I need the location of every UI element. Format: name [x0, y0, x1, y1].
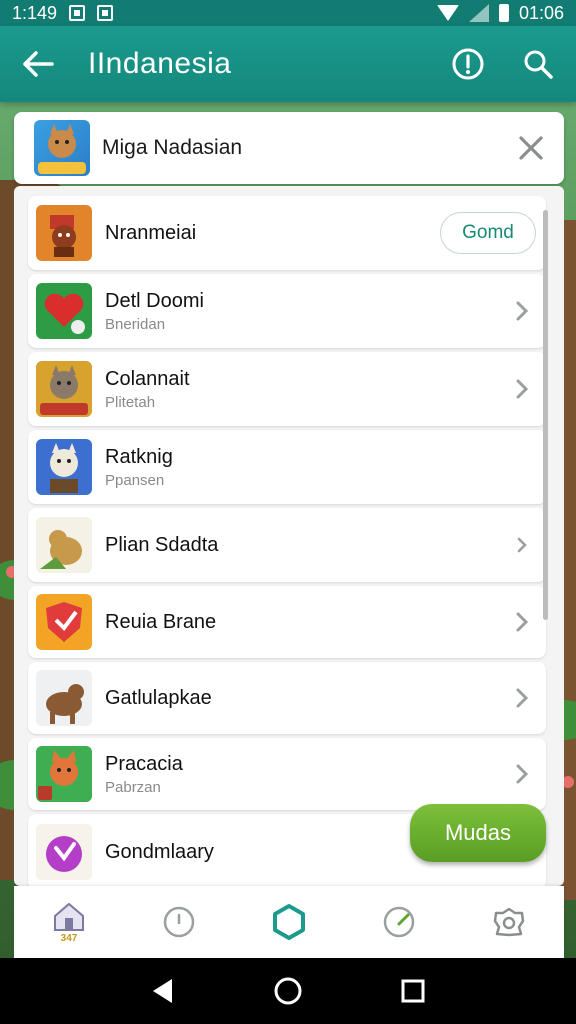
game-icon — [36, 517, 92, 573]
back-button[interactable] — [18, 44, 58, 84]
scrollbar[interactable] — [543, 210, 548, 620]
notification-icon — [97, 5, 114, 21]
arrow-left-icon — [23, 51, 54, 77]
game-icon — [36, 746, 92, 802]
list-item[interactable]: Pracacia Pabrzan — [28, 738, 546, 810]
selected-game-name: Miga Nadasian — [102, 136, 243, 159]
item-title: Reuia Brane — [105, 610, 217, 633]
system-nav-bar — [0, 958, 576, 1024]
item-title: Colannait — [105, 367, 190, 390]
nav-back-button[interactable] — [141, 969, 185, 1013]
nav-home-button[interactable] — [266, 969, 310, 1013]
chevron-right-icon — [512, 684, 532, 712]
square-recents-icon — [401, 979, 425, 1003]
circle-home-icon — [274, 977, 302, 1005]
home-badge: 347 — [60, 933, 78, 944]
selected-game-card[interactable]: Miga Nadasian — [14, 112, 564, 184]
chevron-right-icon — [512, 531, 532, 559]
item-title: Ratknig — [105, 445, 173, 468]
game-icon — [36, 361, 92, 417]
status-time-left: 1:149 — [12, 2, 58, 23]
game-icon — [36, 594, 92, 650]
game-icon — [36, 439, 92, 495]
info-button[interactable] — [448, 44, 488, 84]
item-title: Gatlulapkae — [105, 686, 212, 709]
page-title: IIndanesia — [88, 47, 232, 80]
game-icon — [36, 205, 92, 261]
mouse-icon — [163, 906, 195, 938]
chevron-right-icon — [512, 297, 532, 325]
hexagon-icon — [273, 904, 305, 940]
game-icon — [36, 824, 92, 880]
list-item[interactable]: Colannait Plitetah — [28, 352, 546, 426]
search-icon — [524, 50, 553, 79]
game-list: Nranmeiai Gomd Detl Doomi Bneridan Colan… — [14, 186, 564, 886]
list-item[interactable]: Reuia Brane — [28, 586, 546, 658]
settings-icon — [493, 907, 525, 937]
list-item[interactable]: Detl Doomi Bneridan — [28, 274, 546, 348]
chevron-right-icon — [512, 608, 532, 636]
signal-icon — [468, 4, 489, 22]
home-icon — [54, 902, 84, 931]
tab-home[interactable]: 347 — [37, 892, 101, 952]
list-item[interactable]: Gatlulapkae — [28, 662, 546, 734]
tab-gauge[interactable] — [367, 892, 431, 952]
close-icon — [519, 136, 543, 160]
status-bar: 1:149 01:06 — [0, 0, 576, 26]
item-title: Nranmeiai — [105, 221, 197, 244]
notification-icon — [69, 5, 86, 21]
battery-icon — [498, 4, 509, 22]
list-item[interactable]: Nranmeiai Gomd — [28, 196, 546, 270]
item-title: Detl Doomi — [105, 289, 204, 312]
bottom-tab-bar: 347 — [14, 886, 564, 958]
item-subtitle: Ppansen — [105, 471, 165, 489]
close-button[interactable] — [514, 131, 548, 165]
get-button[interactable]: Gomd — [440, 212, 536, 254]
item-subtitle: Bneridan — [105, 315, 166, 333]
app-bar: IIndanesia — [0, 26, 576, 102]
tab-mouse[interactable] — [147, 892, 211, 952]
search-button[interactable] — [518, 44, 558, 84]
mudas-button[interactable]: Mudas — [410, 804, 546, 862]
item-subtitle: Pabrzan — [105, 778, 161, 796]
gauge-icon — [383, 906, 415, 938]
status-time-right: 01:06 — [518, 2, 564, 23]
game-icon — [36, 283, 92, 339]
game-icon — [36, 670, 92, 726]
chevron-right-icon — [512, 760, 532, 788]
item-title: Pracacia — [105, 752, 183, 775]
alert-circle-icon — [452, 48, 484, 80]
item-subtitle: Plitetah — [105, 393, 156, 411]
nav-recents-button[interactable] — [391, 969, 435, 1013]
wifi-icon — [436, 5, 459, 21]
tab-hexagon[interactable] — [257, 892, 321, 952]
list-item[interactable]: Plian Sdadta — [28, 508, 546, 582]
item-title: Gondmlaary — [105, 840, 214, 863]
list-item[interactable]: Ratknig Ppansen — [28, 430, 546, 504]
triangle-back-icon — [152, 979, 172, 1003]
game-icon — [34, 120, 90, 176]
chevron-right-icon — [512, 375, 532, 403]
item-title: Plian Sdadta — [105, 533, 219, 556]
tab-settings[interactable] — [477, 892, 541, 952]
